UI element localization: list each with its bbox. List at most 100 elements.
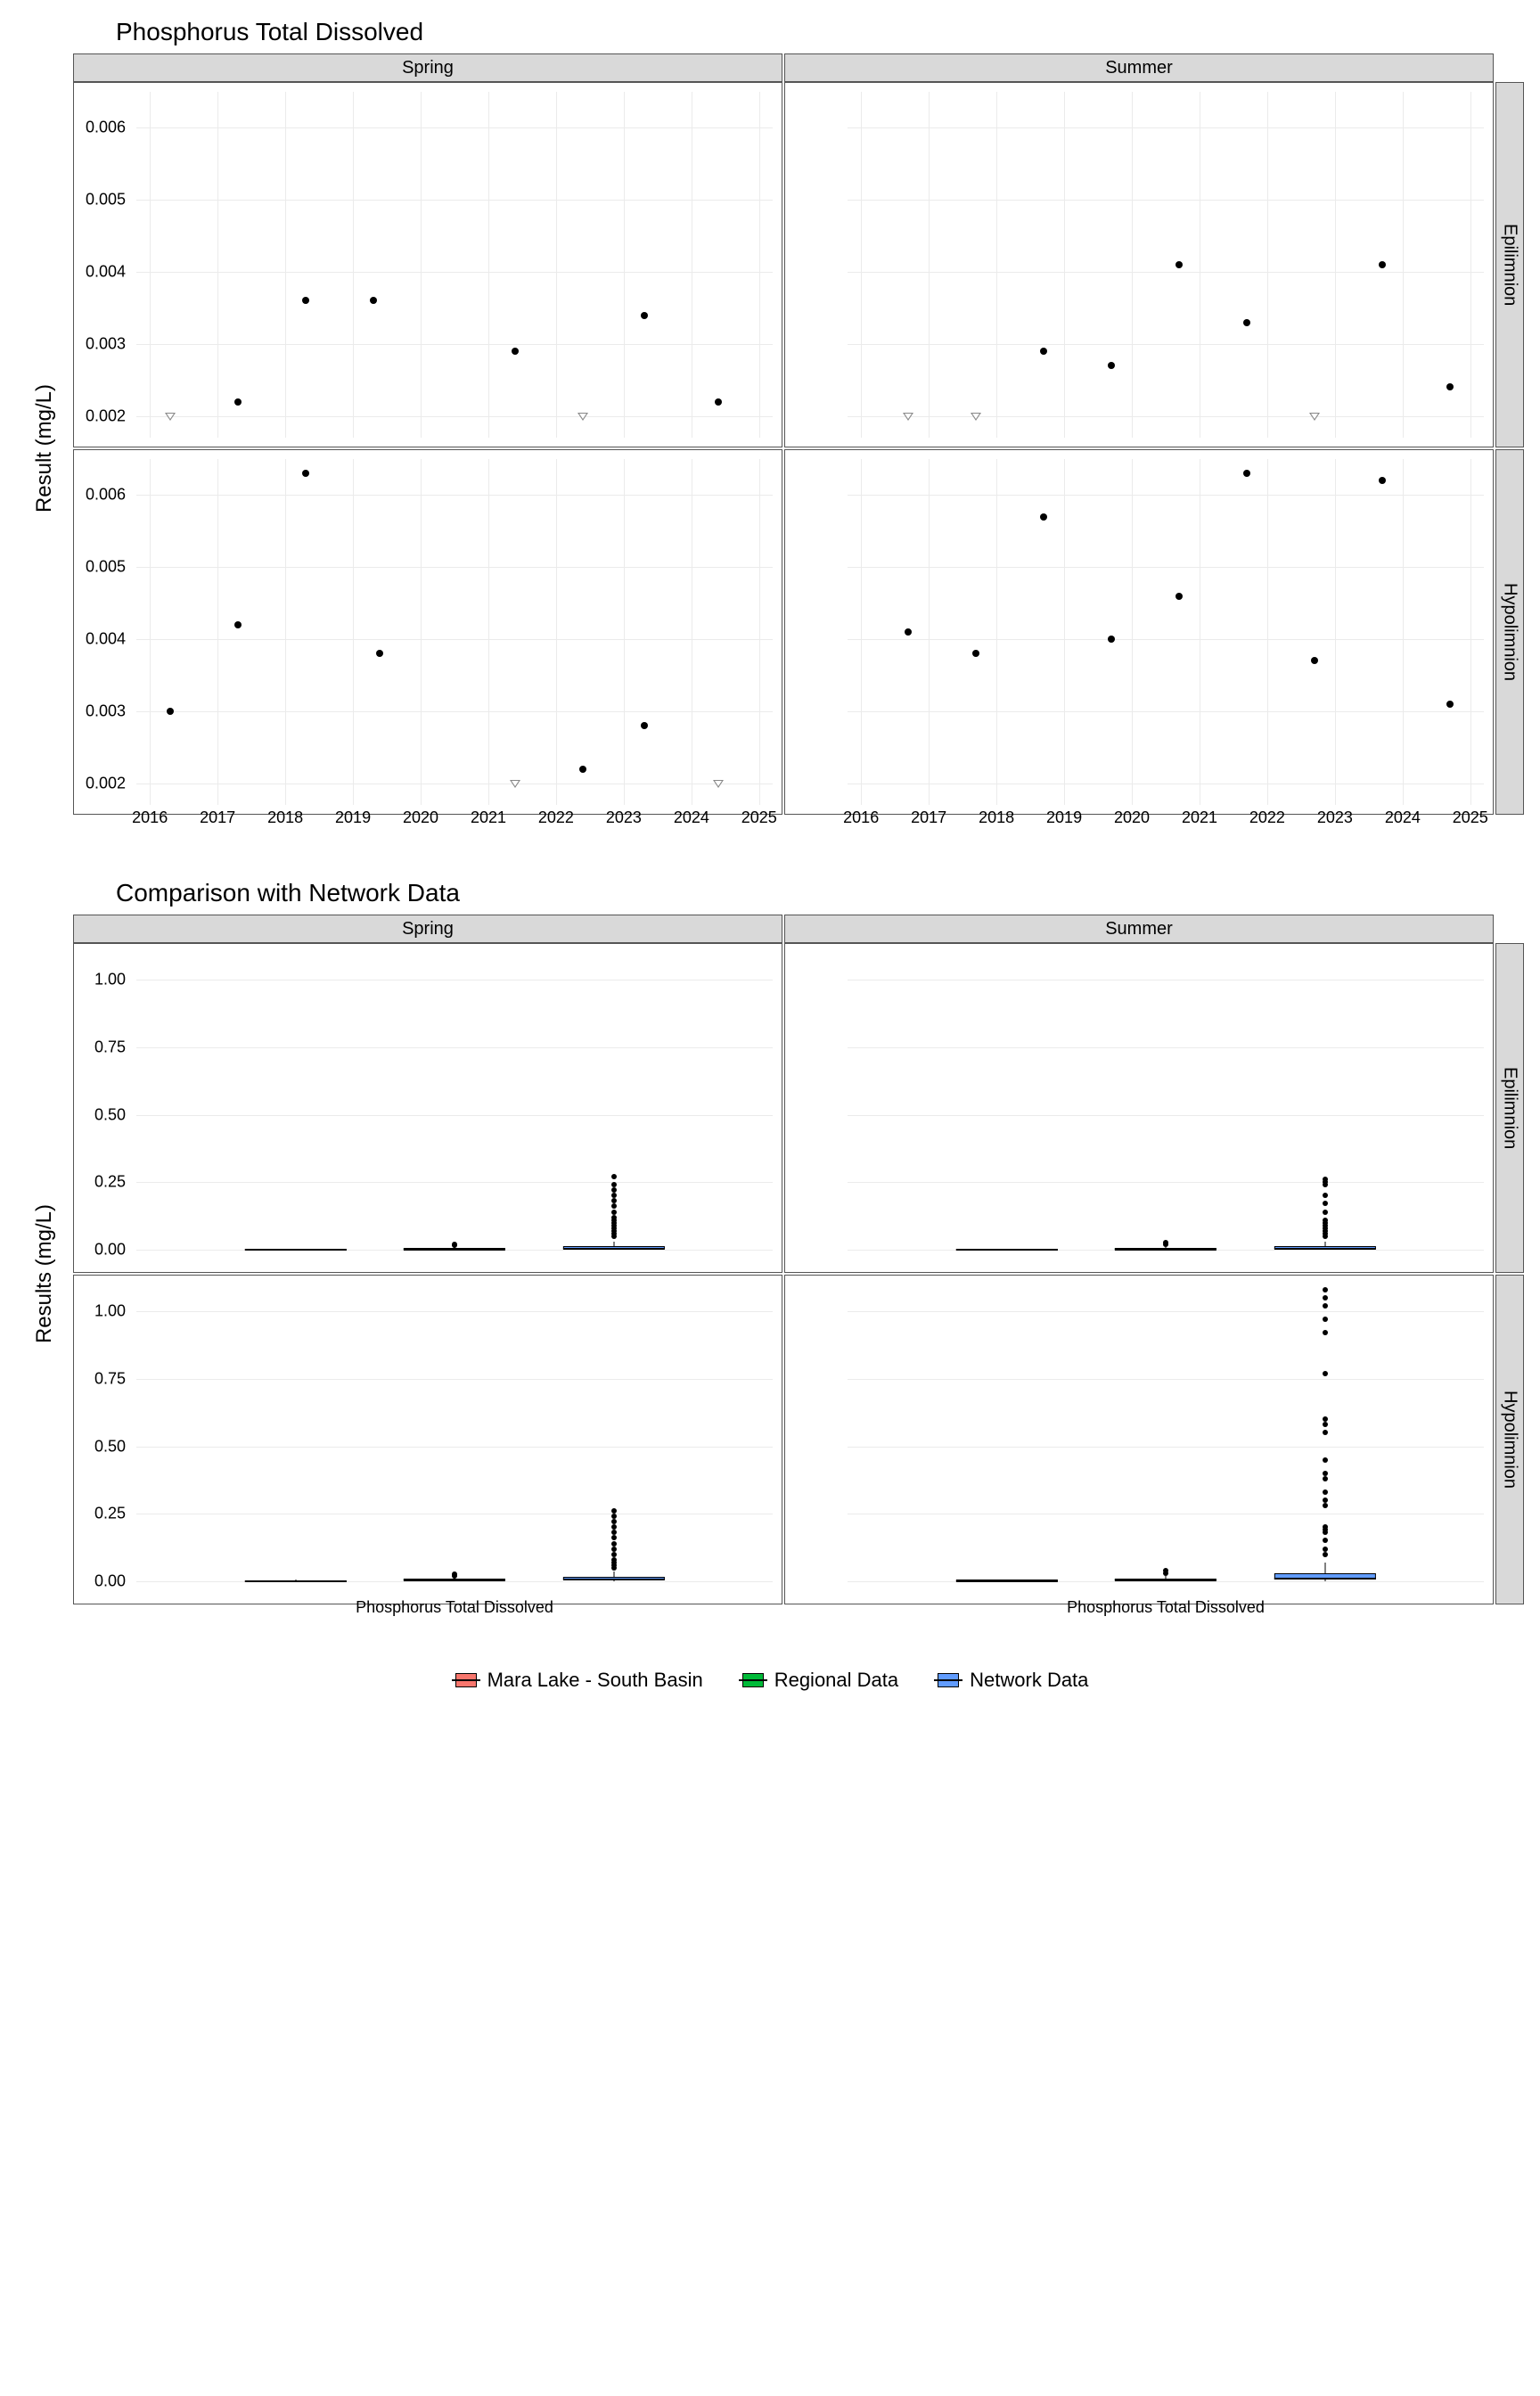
- panel-summer-epi: [784, 82, 1494, 447]
- data-point: [1311, 657, 1318, 664]
- data-point: [376, 650, 383, 657]
- censored-point-icon: [713, 780, 724, 788]
- outlier-point: [1323, 1476, 1328, 1481]
- data-point: [1379, 477, 1386, 484]
- panel-spring-epi: 0.0020.0030.0040.0050.006: [73, 82, 782, 447]
- legend-item: Mara Lake - South Basin: [452, 1669, 703, 1692]
- legend-label: Network Data: [970, 1669, 1088, 1692]
- outlier-point: [1323, 1430, 1328, 1435]
- data-point: [234, 621, 242, 628]
- outlier-point: [611, 1508, 617, 1514]
- x-category-label: Phosphorus Total Dissolved: [356, 1595, 553, 1617]
- col-strip-spring: Spring: [73, 53, 782, 82]
- outlier-point: [611, 1514, 617, 1519]
- outlier-point: [611, 1541, 617, 1547]
- data-point: [641, 312, 648, 319]
- outlier-point: [1323, 1177, 1328, 1182]
- outlier-point: [1323, 1503, 1328, 1508]
- censored-point-icon: [578, 413, 588, 421]
- data-point: [905, 628, 912, 636]
- bpanel-summer-epi: [784, 943, 1494, 1273]
- data-point: [302, 297, 309, 304]
- bpanel-spring-epi: 0.000.250.500.751.00: [73, 943, 782, 1273]
- col-strip-summer: Summer: [784, 53, 1494, 82]
- legend-label: Regional Data: [774, 1669, 898, 1692]
- data-point: [512, 348, 519, 355]
- outlier-point: [611, 1193, 617, 1198]
- chart2-title: Comparison with Network Data: [116, 879, 1522, 907]
- outlier-point: [1323, 1317, 1328, 1322]
- data-point: [715, 398, 722, 406]
- legend-swatch-icon: [934, 1670, 962, 1690]
- outlier-point: [1323, 1201, 1328, 1206]
- scatter-facet-chart: Phosphorus Total Dissolved Result (mg/L)…: [18, 18, 1522, 843]
- data-point: [1243, 470, 1250, 477]
- row-strip-hypo2: Hypolimnion: [1495, 1275, 1524, 1604]
- outlier-point: [1323, 1471, 1328, 1476]
- outlier-point: [1323, 1303, 1328, 1309]
- legend-item: Network Data: [934, 1669, 1088, 1692]
- outlier-point: [611, 1210, 617, 1215]
- data-point: [1379, 261, 1386, 268]
- data-point: [1040, 348, 1047, 355]
- legend-item: Regional Data: [739, 1669, 898, 1692]
- outlier-point: [611, 1187, 617, 1193]
- outlier-point: [1323, 1416, 1328, 1422]
- outlier-point: [611, 1203, 617, 1209]
- x-category-label: Phosphorus Total Dissolved: [1067, 1595, 1265, 1617]
- outlier-point: [1323, 1457, 1328, 1463]
- outlier-point: [611, 1174, 617, 1179]
- censored-point-icon: [165, 413, 176, 421]
- outlier-point: [1163, 1568, 1168, 1573]
- outlier-point: [611, 1519, 617, 1524]
- row-strip-epi2: Epilimnion: [1495, 943, 1524, 1273]
- outlier-point: [1323, 1330, 1328, 1335]
- outlier-point: [1323, 1210, 1328, 1215]
- outlier-point: [1323, 1218, 1328, 1223]
- outlier-point: [611, 1215, 617, 1220]
- outlier-point: [611, 1198, 617, 1203]
- outlier-point: [1323, 1538, 1328, 1543]
- data-point: [1446, 701, 1454, 708]
- bpanel-summer-hypo: Phosphorus Total Dissolved: [784, 1275, 1494, 1604]
- row-strip-epi: Epilimnion: [1495, 82, 1524, 447]
- legend: Mara Lake - South Basin Regional Data Netw…: [18, 1669, 1522, 1692]
- panel-summer-hypo: 2016201720182019202020212022202320242025: [784, 449, 1494, 815]
- outlier-point: [611, 1530, 617, 1535]
- data-point: [579, 766, 586, 773]
- chart1-title: Phosphorus Total Dissolved: [116, 18, 1522, 46]
- data-point: [1108, 362, 1115, 369]
- legend-label: Mara Lake - South Basin: [487, 1669, 703, 1692]
- outlier-point: [452, 1242, 457, 1247]
- outlier-point: [1323, 1193, 1328, 1198]
- censored-point-icon: [1309, 413, 1320, 421]
- outlier-point: [611, 1547, 617, 1552]
- outlier-point: [1323, 1422, 1328, 1427]
- outlier-point: [1323, 1498, 1328, 1503]
- outlier-point: [1323, 1489, 1328, 1495]
- data-point: [1175, 261, 1183, 268]
- data-point: [1243, 319, 1250, 326]
- censored-point-icon: [903, 413, 913, 421]
- outlier-point: [611, 1182, 617, 1187]
- outlier-point: [611, 1557, 617, 1563]
- data-point: [234, 398, 242, 406]
- panel-spring-hypo: 0.0020.0030.0040.0050.006201620172018201…: [73, 449, 782, 815]
- data-point: [1040, 513, 1047, 521]
- outlier-point: [611, 1552, 617, 1557]
- data-point: [370, 297, 377, 304]
- data-point: [1108, 636, 1115, 643]
- outlier-point: [611, 1535, 617, 1540]
- bpanel-spring-hypo: 0.000.250.500.751.00Phosphorus Total Dis…: [73, 1275, 782, 1604]
- outlier-point: [1323, 1287, 1328, 1292]
- row-strip-hypo: Hypolimnion: [1495, 449, 1524, 815]
- boxplot-facet-chart: Comparison with Network Data Results (mg…: [18, 879, 1522, 1633]
- outlier-point: [1323, 1524, 1328, 1530]
- censored-point-icon: [510, 780, 520, 788]
- data-point: [1175, 593, 1183, 600]
- data-point: [302, 470, 309, 477]
- data-point: [641, 722, 648, 729]
- outlier-point: [1323, 1547, 1328, 1552]
- censored-point-icon: [971, 413, 981, 421]
- outlier-point: [1323, 1295, 1328, 1301]
